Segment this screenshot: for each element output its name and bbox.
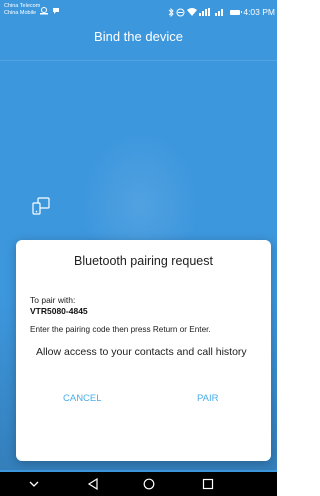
nav-back[interactable] <box>85 476 101 492</box>
dialog-title: Bluetooth pairing request <box>74 254 213 268</box>
sim-icon <box>40 7 48 15</box>
device-icon <box>32 197 50 215</box>
screen: China Telecom China Mobile 4:03 PM Bind … <box>0 0 277 496</box>
chevron-down-icon <box>29 481 39 487</box>
nav-home[interactable] <box>141 476 157 492</box>
nav-chevron-down[interactable] <box>26 476 42 492</box>
pair-with-label: To pair with: <box>30 295 76 305</box>
back-icon <box>87 478 98 490</box>
pair-button[interactable]: PAIR <box>197 393 218 404</box>
cancel-button[interactable]: CANCEL <box>63 393 102 404</box>
recents-icon <box>202 478 214 490</box>
allow-access-label: Allow access to your contacts and call h… <box>36 346 247 358</box>
signal-icon-2 <box>215 9 224 16</box>
page-title: Bind the device <box>94 29 183 44</box>
device-name: VTR5080-4845 <box>30 306 88 316</box>
carrier-line-2: China Mobile <box>4 10 37 16</box>
vibrate-icon <box>176 8 185 16</box>
message-icon <box>53 8 60 14</box>
battery-icon <box>230 9 243 15</box>
signal-icon <box>199 8 211 16</box>
dialog-buttons: CANCEL PAIR <box>16 393 271 411</box>
nav-recents[interactable] <box>200 476 216 492</box>
notification-icons <box>40 7 60 17</box>
header-divider <box>0 60 277 61</box>
bluetooth-icon <box>169 7 174 17</box>
carrier-info: China Telecom China Mobile <box>4 3 40 17</box>
status-time: 4:03 PM <box>243 7 275 17</box>
wifi-icon <box>187 8 198 16</box>
navigation-bar <box>0 472 277 496</box>
home-icon <box>143 478 155 490</box>
bluetooth-pairing-dialog: Bluetooth pairing request To pair with: … <box>16 240 271 461</box>
pairing-instruction: Enter the pairing code then press Return… <box>30 325 211 334</box>
status-right: 4:03 PM <box>168 7 275 17</box>
carrier-line-1: China Telecom <box>4 3 41 9</box>
status-bar: China Telecom China Mobile 4:03 PM <box>0 0 277 28</box>
allow-access-option[interactable]: Allow access to your contacts and call h… <box>36 346 256 359</box>
